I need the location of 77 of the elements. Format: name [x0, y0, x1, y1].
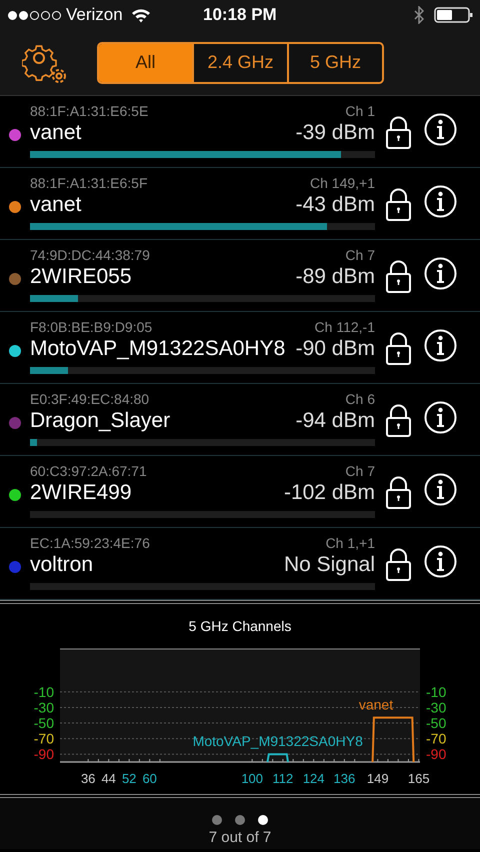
network-label: MotoVAP_M91322SA0HY8 — [192, 733, 363, 750]
signal-strength: -90 dBm — [296, 336, 375, 362]
signal-strength: -43 dBm — [296, 192, 375, 218]
lock-icon — [385, 260, 412, 293]
info-icon[interactable] — [424, 473, 457, 506]
channel-label: Ch 7 — [345, 462, 375, 480]
network-name: vanet — [30, 192, 82, 218]
x-axis-label: 36 — [80, 771, 96, 786]
lock-icon — [385, 332, 412, 365]
signal-strength: -39 dBm — [296, 120, 375, 146]
lock-icon — [385, 476, 412, 509]
lock-icon — [385, 188, 412, 221]
signal-strength-icon — [8, 10, 61, 20]
info-icon[interactable] — [424, 545, 457, 578]
network-name: Dragon_Slayer — [30, 408, 170, 434]
network-channel-line — [372, 716, 415, 762]
x-axis-label: 112 — [272, 771, 294, 786]
mac-address: EC:1A:59:23:4E:76 — [30, 534, 150, 552]
info-icon[interactable] — [424, 113, 457, 146]
y-axis-label: -70 — [426, 730, 446, 747]
battery-icon — [434, 6, 474, 24]
y-axis-label: -10 — [34, 684, 54, 700]
mac-address: 88:1F:A1:31:E6:5F — [30, 174, 148, 192]
network-channel-line — [266, 753, 289, 762]
lock-icon — [385, 116, 412, 149]
x-axis-label: 52 — [122, 771, 136, 786]
clock-time: 10:18 PM — [203, 4, 277, 26]
page-count: 7 out of 7 — [208, 828, 272, 848]
network-name: 2WIRE499 — [30, 480, 132, 506]
mac-address: F8:0B:BE:B9:D9:05 — [30, 318, 152, 336]
y-axis-label: -30 — [426, 699, 446, 716]
y-axis-label: -30 — [34, 699, 54, 716]
info-icon[interactable] — [424, 185, 457, 218]
y-axis-label: -10 — [426, 684, 446, 700]
mac-address: E0:3F:49:EC:84:80 — [30, 390, 150, 408]
channel-label: Ch 149,+1 — [310, 174, 375, 192]
chart-title: 5 GHz Channels — [188, 618, 292, 634]
wifi-icon — [130, 8, 151, 22]
y-axis-label: -90 — [34, 746, 54, 762]
channel-label: Ch 7 — [345, 246, 375, 264]
y-axis-label: -90 — [426, 746, 446, 762]
channel-label: Ch 1,+1 — [326, 534, 375, 552]
signal-strength: -89 dBm — [296, 264, 375, 290]
band-tab[interactable]: 2.4 GHz — [192, 44, 287, 82]
carrier-name: Verizon — [66, 4, 123, 26]
info-icon[interactable] — [424, 401, 457, 434]
x-axis-label: 60 — [142, 771, 157, 786]
y-axis-label: -70 — [34, 730, 54, 747]
signal-strength: -102 dBm — [284, 480, 375, 506]
y-axis-label: -50 — [426, 715, 446, 732]
channel-label: Ch 1 — [345, 102, 375, 120]
x-axis-label: 165 — [408, 771, 430, 786]
channel-label: Ch 6 — [345, 390, 375, 408]
mac-address: 74:9D:DC:44:38:79 — [30, 246, 150, 264]
lock-icon — [385, 404, 412, 437]
network-name: voltron — [30, 552, 94, 578]
signal-strength: No Signal — [284, 552, 375, 578]
x-axis-label: 100 — [241, 771, 264, 786]
band-tab[interactable]: All — [99, 44, 192, 82]
network-name: 2WIRE055 — [30, 264, 132, 290]
bluetooth-icon — [414, 6, 424, 24]
y-axis-label: -50 — [34, 715, 54, 732]
x-axis-label: 44 — [101, 771, 116, 786]
x-axis-label: 124 — [302, 771, 325, 786]
mac-address: 60:C3:97:2A:67:71 — [30, 462, 147, 480]
channel-label: Ch 112,-1 — [314, 318, 375, 336]
info-icon[interactable] — [424, 329, 457, 362]
band-tab[interactable]: 5 GHz — [287, 44, 382, 82]
signal-strength: -94 dBm — [296, 408, 375, 434]
lock-icon — [385, 548, 412, 581]
x-axis-label: 149 — [366, 771, 389, 786]
mac-address: 88:1F:A1:31:E6:5E — [30, 102, 148, 120]
network-name: MotoVAP_M91322SA0HY8 — [30, 336, 286, 362]
info-icon[interactable] — [424, 257, 457, 290]
network-name: vanet — [30, 120, 82, 146]
x-axis-label: 136 — [334, 771, 356, 786]
network-label: vanet — [358, 696, 394, 713]
